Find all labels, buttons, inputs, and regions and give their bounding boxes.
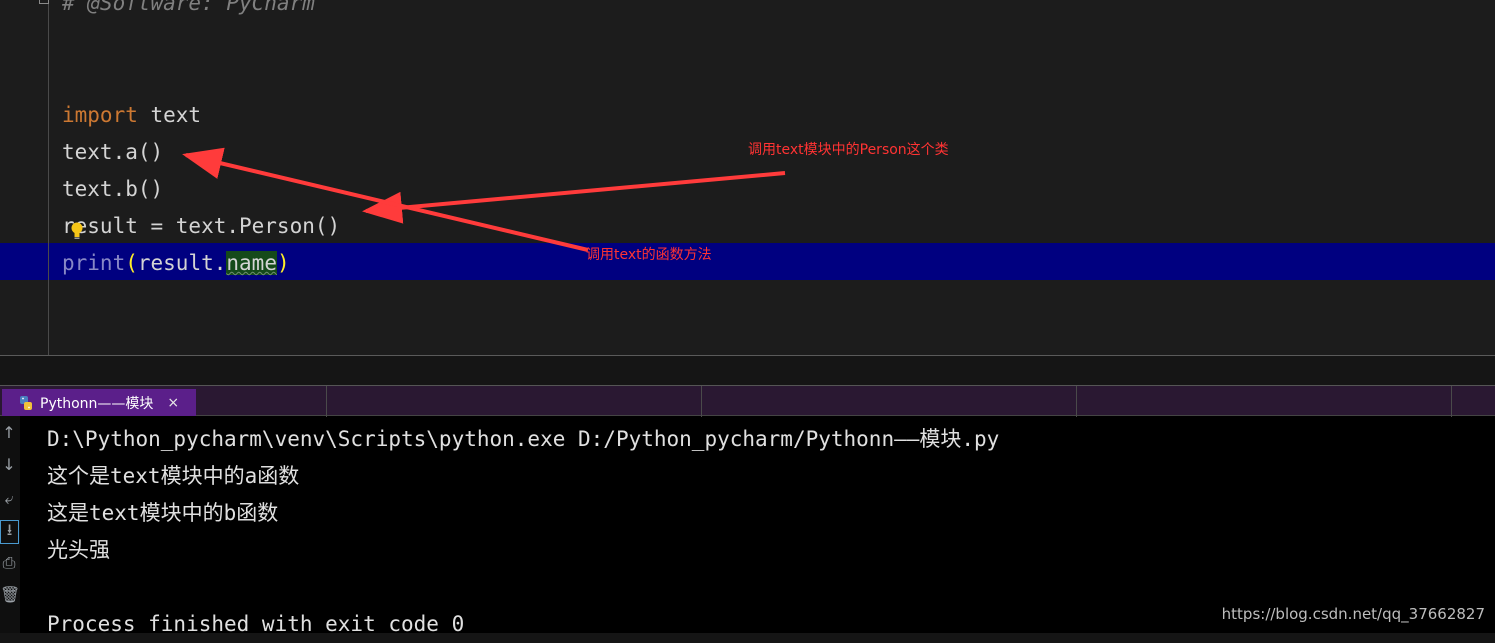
arrow-to-function-call: [182, 147, 589, 252]
run-toolbar: ↑ ↓ ⤶ ⭳ ⎙ 🗑: [0, 416, 20, 633]
soft-wrap-icon[interactable]: ⤶: [0, 490, 18, 508]
tab-divider: [1076, 386, 1077, 417]
watermark: https://blog.csdn.net/qq_37662827: [1221, 605, 1485, 623]
print-icon[interactable]: ⎙: [0, 554, 18, 572]
close-icon[interactable]: ×: [167, 395, 179, 411]
scroll-to-end-icon[interactable]: ⭳: [0, 520, 19, 544]
annotation-arrows: [182, 147, 786, 252]
tab-divider: [1451, 386, 1452, 417]
run-tool-window: Pythonn——模块 × ↑ ↓ ⤶ ⭳ ⎙ 🗑 D:\Python_pych…: [0, 385, 1495, 636]
annotation-function-method: 调用text的函数方法: [586, 247, 712, 263]
run-tab-label: Pythonn——模块: [40, 395, 154, 412]
python-icon: [20, 395, 32, 410]
arrow-down-icon[interactable]: ↓: [0, 456, 18, 474]
code-editor[interactable]: - # @Software: PyCharm import text text.…: [0, 0, 1495, 355]
console-line: Process finished with exit code 0: [47, 612, 465, 636]
annotation-person-class: 调用text模块中的Person这个类: [748, 142, 949, 158]
arrow-up-icon[interactable]: ↑: [0, 424, 18, 442]
console-line: 这是text模块中的b函数: [47, 501, 279, 525]
console-line: 光头强: [47, 538, 110, 562]
console-line: D:\Python_pycharm\venv\Scripts\python.ex…: [47, 427, 1000, 451]
editor-divider: [0, 355, 1495, 356]
tab-divider: [326, 386, 327, 417]
tab-divider: [701, 386, 702, 417]
console-line: 这个是text模块中的a函数: [47, 464, 300, 488]
arrow-to-person-call: [362, 171, 786, 224]
run-tab[interactable]: Pythonn——模块 ×: [2, 389, 196, 416]
trash-icon[interactable]: 🗑: [0, 586, 20, 604]
run-tab-strip: Pythonn——模块 ×: [0, 385, 1495, 417]
